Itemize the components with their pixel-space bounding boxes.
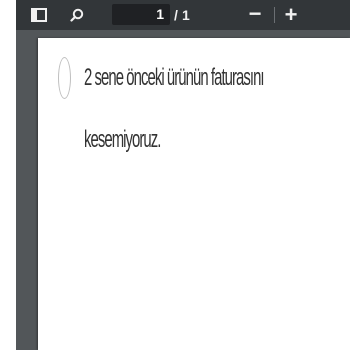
sidebar-toggle-icon[interactable] bbox=[28, 0, 50, 30]
page-total: 1 bbox=[182, 7, 190, 23]
page-number-input[interactable]: 1 bbox=[112, 4, 170, 25]
zoom-out-button[interactable]: − bbox=[244, 0, 266, 30]
pdf-toolbar: 1 / 1 − + bbox=[16, 0, 350, 30]
search-icon[interactable] bbox=[66, 0, 88, 30]
question-text-line-1: 2 sene önceki ürünün faturasını bbox=[84, 64, 265, 91]
zoom-in-button[interactable]: + bbox=[280, 0, 302, 30]
page-separator: / bbox=[174, 7, 178, 23]
toolbar-divider bbox=[274, 7, 275, 23]
question-text-line-2: kesemiyoruz. bbox=[84, 126, 161, 153]
radio-button[interactable] bbox=[58, 57, 71, 99]
